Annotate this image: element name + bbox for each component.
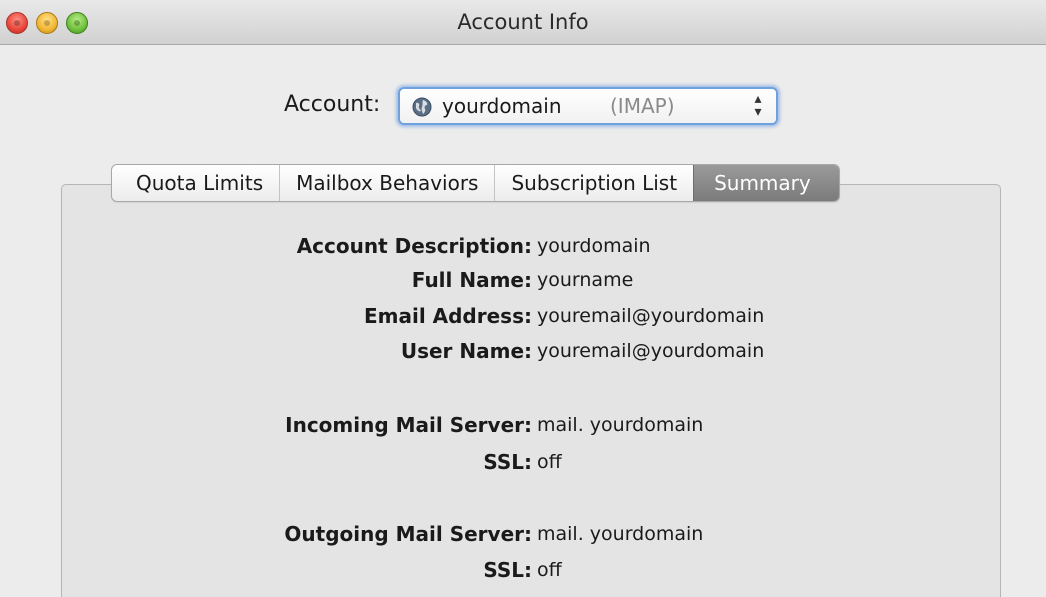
window-title: Account Info [457,10,589,34]
account-info-window: Account Info Account: yourdomain (IMAP) … [0,0,1046,597]
field-value: yourname [537,269,634,291]
field-incoming-server: Incoming Mail Server: mail. yourdomain [0,413,1046,441]
field-label: Incoming Mail Server: [285,413,532,437]
account-popup-type: (IMAP) [610,94,675,118]
tab-quota-limits[interactable]: Quota Limits [112,165,279,201]
field-outgoing-server: Outgoing Mail Server: mail. yourdomain [0,522,1046,550]
title-bar[interactable]: Account Info [0,0,1046,45]
field-label: Full Name: [411,268,532,292]
field-value: youremail@yourdomain [537,340,765,362]
tab-mailbox-behaviors[interactable]: Mailbox Behaviors [279,165,494,201]
tab-subscription-list[interactable]: Subscription List [494,165,693,201]
account-label: Account: [284,92,381,117]
updown-arrows-icon: ▴ ▾ [754,91,762,120]
field-full-name: Full Name: yourname [0,268,1046,296]
field-label: SSL: [483,450,532,474]
field-account-description: Account Description: yourdomain [0,234,1046,262]
field-value: off [537,559,562,581]
account-popup-value: yourdomain [442,94,562,118]
field-label: User Name: [400,339,532,363]
field-value: mail. yourdomain [537,523,704,545]
account-row: Account: yourdomain (IMAP) ▴ ▾ [0,87,1046,127]
field-incoming-ssl: SSL: off [0,450,1046,478]
tab-bar: Quota Limits Mailbox Behaviors Subscript… [111,164,840,202]
field-label: SSL: [483,558,532,582]
field-value: youremail@yourdomain [537,305,765,327]
field-label: Email Address: [363,304,532,328]
field-label: Outgoing Mail Server: [284,522,532,546]
globe-icon [412,97,432,117]
field-email-address: Email Address: youremail@yourdomain [0,304,1046,332]
field-user-name: User Name: youremail@yourdomain [0,339,1046,367]
account-popup[interactable]: yourdomain (IMAP) ▴ ▾ [398,87,778,125]
field-value: mail. yourdomain [537,414,704,436]
field-value: yourdomain [537,235,651,257]
field-outgoing-ssl: SSL: off [0,558,1046,586]
tab-summary[interactable]: Summary [693,165,839,201]
field-value: off [537,451,562,473]
field-label: Account Description: [296,234,532,258]
